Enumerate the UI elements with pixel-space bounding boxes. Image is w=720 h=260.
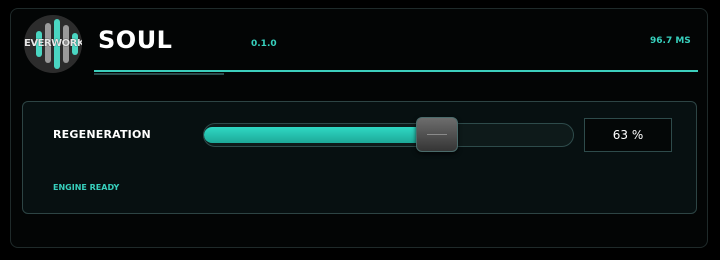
regeneration-slider[interactable] <box>203 123 574 147</box>
logo-wordmark: EVERWORKS <box>24 38 82 49</box>
everworks-logo-icon: EVERWORKS <box>24 15 82 73</box>
slider-thumb-grip-icon <box>426 134 447 135</box>
regeneration-value-field[interactable]: 63 % <box>584 118 672 152</box>
regeneration-slider-fill <box>204 127 438 143</box>
header-divider <box>94 70 698 72</box>
version-label: 0.1.0 <box>251 39 277 49</box>
regeneration-label: REGENERATION <box>53 128 151 141</box>
engine-status: ENGINE READY <box>53 183 120 192</box>
header-accent-underline <box>94 73 224 75</box>
latency-readout: 96.7 MS <box>650 36 691 46</box>
regeneration-slider-thumb[interactable] <box>415 117 458 152</box>
regeneration-value-text: 63 % <box>612 128 644 142</box>
plugin-title: SOUL <box>98 26 173 54</box>
